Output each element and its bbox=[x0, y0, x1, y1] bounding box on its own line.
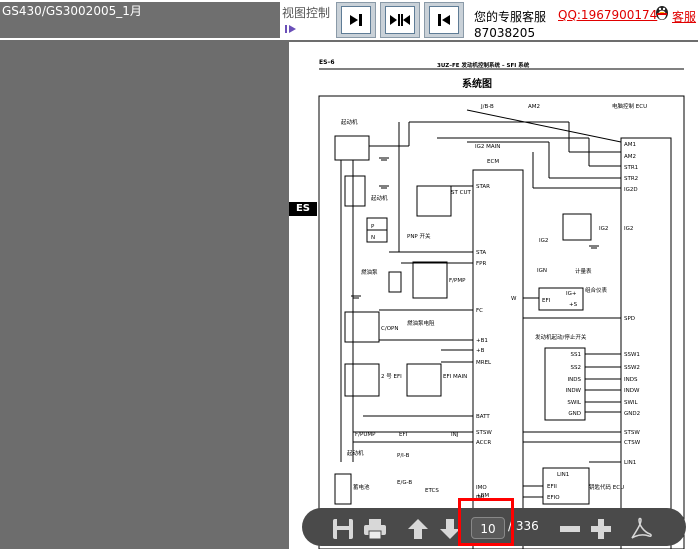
label-efi-small: EFI bbox=[542, 298, 551, 304]
label-ig2-left: IG2 bbox=[539, 238, 548, 244]
phone-number: 87038205 bbox=[474, 26, 536, 40]
label-fuel-pump-resistor: 燃油泵电阻 bbox=[407, 319, 435, 327]
ecm-pin-5: +B bbox=[476, 348, 485, 354]
switch-pin-5: GND bbox=[568, 411, 581, 417]
label-ig-plus: IG+ bbox=[566, 291, 577, 297]
ecm-pin-6: MREL bbox=[476, 360, 492, 366]
single-page-left-button[interactable] bbox=[424, 2, 464, 38]
print-icon[interactable] bbox=[362, 516, 388, 542]
label-ecu: 电脑控制 ECU bbox=[612, 102, 647, 110]
page-number-highlight bbox=[458, 498, 514, 546]
right-pin-4: IG2D bbox=[624, 187, 638, 193]
right-pin-0: AM1 bbox=[624, 142, 636, 148]
right-pin-1: AM2 bbox=[624, 154, 636, 160]
double-arrow-icon bbox=[390, 14, 410, 26]
right-pin-7: SSW1 bbox=[624, 352, 640, 358]
label-pnp-n: N bbox=[371, 235, 375, 241]
switch-pin-4: SWIL bbox=[567, 400, 582, 406]
label-copn: C/OPN bbox=[381, 326, 398, 332]
switch-pin-1: SS2 bbox=[571, 365, 581, 371]
right-pin-10: INDW bbox=[624, 388, 640, 394]
single-page-right-button[interactable] bbox=[336, 2, 376, 38]
save-icon[interactable] bbox=[330, 516, 356, 542]
zoom-in-icon[interactable] bbox=[588, 516, 614, 542]
ecm-pin-10: IMO bbox=[476, 485, 487, 491]
arrow-right-bar-icon bbox=[350, 14, 362, 26]
label-inj: INJ bbox=[451, 432, 459, 438]
service-link[interactable]: 客服 bbox=[672, 8, 696, 25]
label-efii: EFII bbox=[547, 484, 557, 490]
label-lin1: LIN1 bbox=[557, 472, 569, 478]
right-pin-13: STSW bbox=[624, 430, 640, 436]
label-ig2main: IG2 MAIN bbox=[475, 144, 500, 150]
label-etcs: ETCS bbox=[425, 488, 439, 494]
right-pin-9: INDS bbox=[624, 377, 638, 383]
label-starter2: 起动机 bbox=[371, 194, 388, 202]
label-fuel-pump: 燃油泵 bbox=[361, 268, 378, 276]
ecm-pin-2: FPR bbox=[476, 261, 486, 267]
service-label: 您的专服客服 bbox=[474, 10, 547, 24]
arrow-left-bar-icon bbox=[438, 14, 450, 26]
acrobat-icon[interactable] bbox=[628, 516, 654, 542]
label-meter: 计量表 bbox=[575, 267, 592, 275]
label-no2-efi: 2 号 EFI bbox=[381, 373, 402, 380]
ecm-pin-3: FC bbox=[476, 308, 483, 314]
ecm-pin-1: STA bbox=[476, 250, 486, 256]
pdf-page-id: ES–6 bbox=[319, 59, 335, 66]
label-battery: 蓄电池 bbox=[353, 483, 370, 491]
view-control-label: 视图控制 bbox=[282, 6, 331, 20]
pdf-header: 3UZ–FE 发动机控制系统 – SFI 系统 bbox=[437, 61, 530, 69]
label-starter: 起动机 bbox=[341, 118, 358, 126]
section-tab-es: ES bbox=[289, 202, 317, 216]
label-fpmp: F/PMP bbox=[449, 278, 466, 284]
label-st-cut: ST CUT bbox=[451, 190, 471, 196]
wiring-diagram: ES–6 3UZ–FE 发动机控制系统 – SFI 系统 系统图 电脑控制 EC… bbox=[318, 59, 685, 549]
right-pin-5: IG2 bbox=[624, 226, 633, 232]
qq-link[interactable]: QQ:1967900174 bbox=[558, 8, 657, 22]
pdf-title: 系统图 bbox=[462, 77, 492, 90]
label-eig: E/G-B bbox=[397, 480, 412, 486]
ecm-pin-4: +B1 bbox=[476, 338, 488, 344]
label-ign: IGN bbox=[537, 268, 547, 274]
label-efio: EFIO bbox=[547, 495, 560, 501]
label-efi: EFI bbox=[399, 432, 408, 438]
switch-pin-3: INDW bbox=[566, 388, 582, 394]
right-pin-2: STR1 bbox=[624, 165, 638, 171]
label-jb: J/B-B bbox=[480, 104, 494, 110]
right-pin-11: SWIL bbox=[624, 400, 639, 406]
label-pnp-p: P bbox=[371, 224, 375, 230]
label-pig: P/I-B bbox=[397, 453, 410, 459]
right-pin-14: CTSW bbox=[624, 440, 641, 446]
page-up-icon[interactable] bbox=[405, 516, 431, 542]
label-fpump: F/PUMP bbox=[355, 432, 376, 438]
label-ig2: IG2 bbox=[599, 226, 608, 232]
right-pin-15: LIN1 bbox=[624, 460, 636, 466]
document-title: GS430/GS3002005_1月 bbox=[0, 2, 280, 38]
zoom-out-icon[interactable] bbox=[557, 516, 583, 542]
label-combo-meter: 组合仪表 bbox=[585, 286, 608, 294]
ecm-pin-8: STSW bbox=[476, 430, 492, 436]
label-w: W bbox=[511, 296, 517, 302]
two-page-view-button[interactable] bbox=[380, 2, 420, 38]
label-pnp: PNP 开关 bbox=[407, 232, 431, 240]
label-am2-fuse: AM2 bbox=[528, 104, 540, 110]
label-starter3: 起动机 bbox=[347, 449, 364, 457]
right-pin-3: STR2 bbox=[624, 176, 638, 182]
right-pin-6: SPD bbox=[624, 316, 635, 322]
switch-pin-2: INDS bbox=[568, 377, 582, 383]
qq-penguin-icon[interactable] bbox=[654, 3, 670, 21]
ecm-pin-9: ACCR bbox=[476, 440, 491, 446]
label-engine-start-switch: 发动机起动/停止开关 bbox=[535, 333, 587, 341]
label-key-code-ecu: 钥匙代码 ECU bbox=[589, 483, 624, 491]
label-ecm: ECM bbox=[487, 159, 499, 165]
label-plus-s: +S bbox=[569, 302, 578, 308]
ecm-pin-7: BATT bbox=[476, 414, 490, 420]
right-pin-12: GND2 bbox=[624, 411, 640, 417]
label-efi-main: EFI MAIN bbox=[443, 374, 467, 380]
pdf-page: ES–6 3UZ–FE 发动机控制系统 – SFI 系统 系统图 电脑控制 EC… bbox=[289, 42, 698, 549]
right-pin-8: SSW2 bbox=[624, 365, 640, 371]
ecm-pin-0: STAR bbox=[476, 184, 490, 190]
switch-pin-0: SS1 bbox=[571, 352, 581, 358]
view-mode-icon[interactable] bbox=[284, 22, 300, 36]
